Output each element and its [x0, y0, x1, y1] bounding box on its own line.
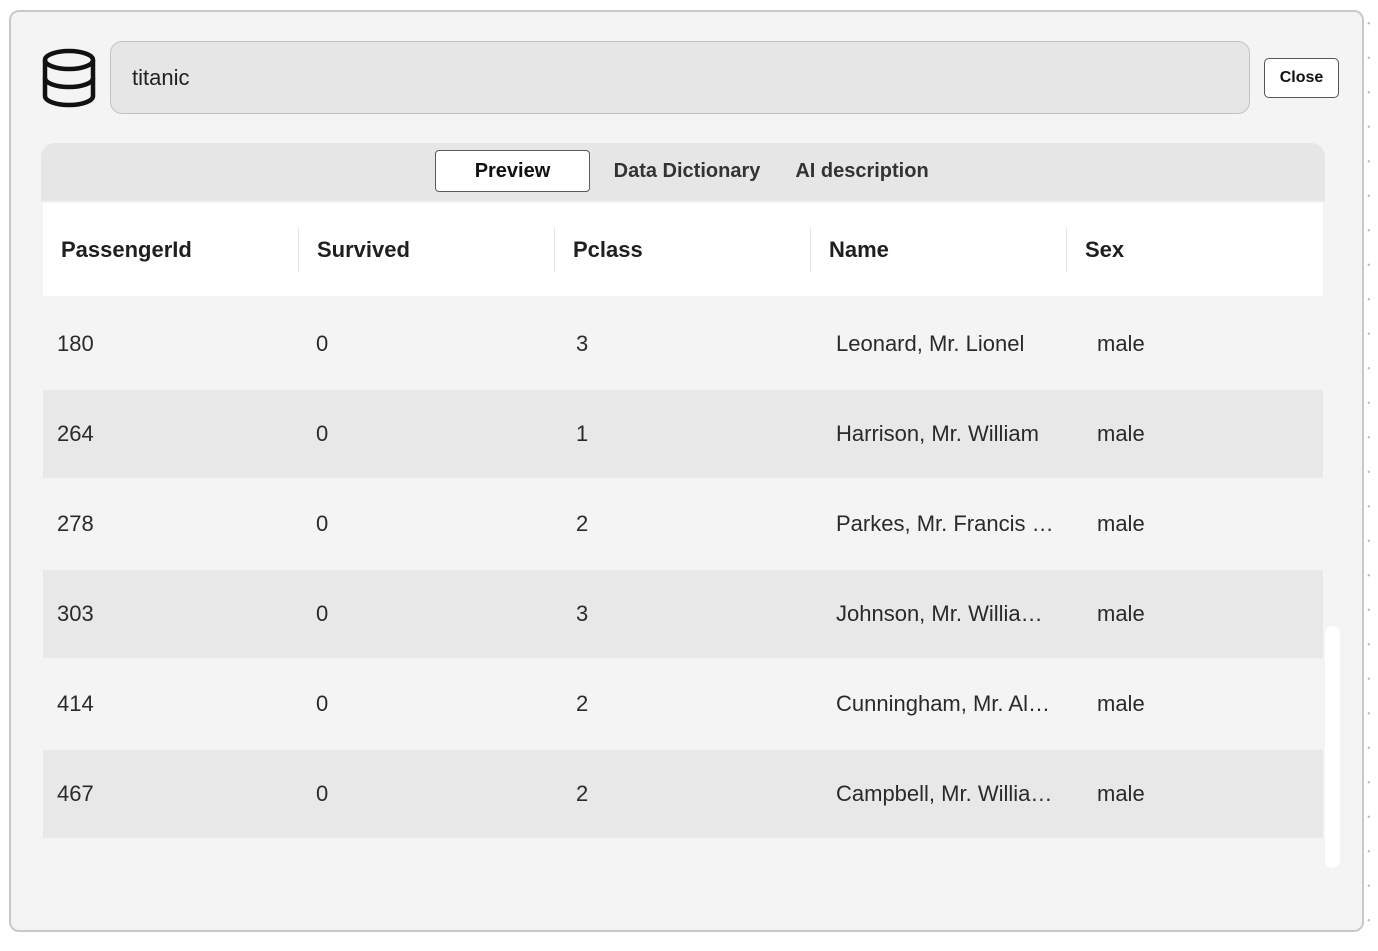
table-row: 414 0 2 Cunningham, Mr. Al… male	[43, 660, 1323, 748]
tab-preview[interactable]: Preview	[435, 150, 590, 192]
cell-passengerid: 180	[57, 331, 94, 356]
column-header-sex[interactable]: Sex	[1067, 203, 1323, 296]
column-header-name[interactable]: Name	[811, 203, 1067, 296]
cell-survived: 0	[316, 691, 329, 716]
cell-pclass: 3	[576, 601, 589, 626]
table-body: 180 0 3 Leonard, Mr. Lionel male 264 0 1…	[43, 300, 1323, 840]
dataset-dialog: Close Preview Data Dictionary AI descrip…	[9, 10, 1364, 932]
cell-passengerid: 414	[57, 691, 94, 716]
cell-survived: 0	[316, 331, 329, 356]
cell-name: Johnson, Mr. Willia…	[836, 601, 1043, 626]
table-scrollbar[interactable]	[1325, 626, 1340, 868]
cell-sex: male	[1097, 421, 1145, 446]
cell-name: Cunningham, Mr. Al…	[836, 691, 1050, 716]
cell-sex: male	[1097, 691, 1145, 716]
table-header: PassengerId Survived Pclass Name Sex	[43, 203, 1323, 296]
column-header-passengerid[interactable]: PassengerId	[43, 203, 299, 296]
database-icon	[42, 48, 96, 108]
cell-survived: 0	[316, 511, 329, 536]
column-header-pclass[interactable]: Pclass	[555, 203, 811, 296]
cell-passengerid: 264	[57, 421, 94, 446]
table-row: 303 0 3 Johnson, Mr. Willia… male	[43, 570, 1323, 658]
cell-survived: 0	[316, 601, 329, 626]
cell-passengerid: 467	[57, 781, 94, 806]
cell-sex: male	[1097, 331, 1145, 356]
table-row: 467 0 2 Campbell, Mr. Willia… male	[43, 750, 1323, 838]
cell-survived: 0	[316, 421, 329, 446]
column-header-survived[interactable]: Survived	[299, 203, 555, 296]
cell-name: Campbell, Mr. Willia…	[836, 781, 1053, 806]
tab-data-dictionary[interactable]: Data Dictionary	[607, 150, 767, 192]
table-row: 264 0 1 Harrison, Mr. William male	[43, 390, 1323, 478]
cell-survived: 0	[316, 781, 329, 806]
cell-pclass: 2	[576, 781, 589, 806]
cell-pclass: 1	[576, 421, 589, 446]
cell-name: Harrison, Mr. William	[836, 421, 1039, 446]
tab-bar: Preview Data Dictionary AI description	[41, 143, 1325, 201]
cell-sex: male	[1097, 511, 1145, 536]
dataset-name-input[interactable]	[110, 41, 1250, 114]
table-row: 278 0 2 Parkes, Mr. Francis … male	[43, 480, 1323, 568]
tab-ai-description[interactable]: AI description	[791, 150, 933, 192]
cell-pclass: 2	[576, 691, 589, 716]
cell-passengerid: 303	[57, 601, 94, 626]
cell-pclass: 3	[576, 331, 589, 356]
cell-sex: male	[1097, 781, 1145, 806]
cell-pclass: 2	[576, 511, 589, 536]
cell-passengerid: 278	[57, 511, 94, 536]
table-row: 180 0 3 Leonard, Mr. Lionel male	[43, 300, 1323, 388]
cell-name: Leonard, Mr. Lionel	[836, 331, 1025, 356]
cell-name: Parkes, Mr. Francis …	[836, 511, 1054, 536]
cell-sex: male	[1097, 601, 1145, 626]
close-button[interactable]: Close	[1264, 58, 1339, 98]
